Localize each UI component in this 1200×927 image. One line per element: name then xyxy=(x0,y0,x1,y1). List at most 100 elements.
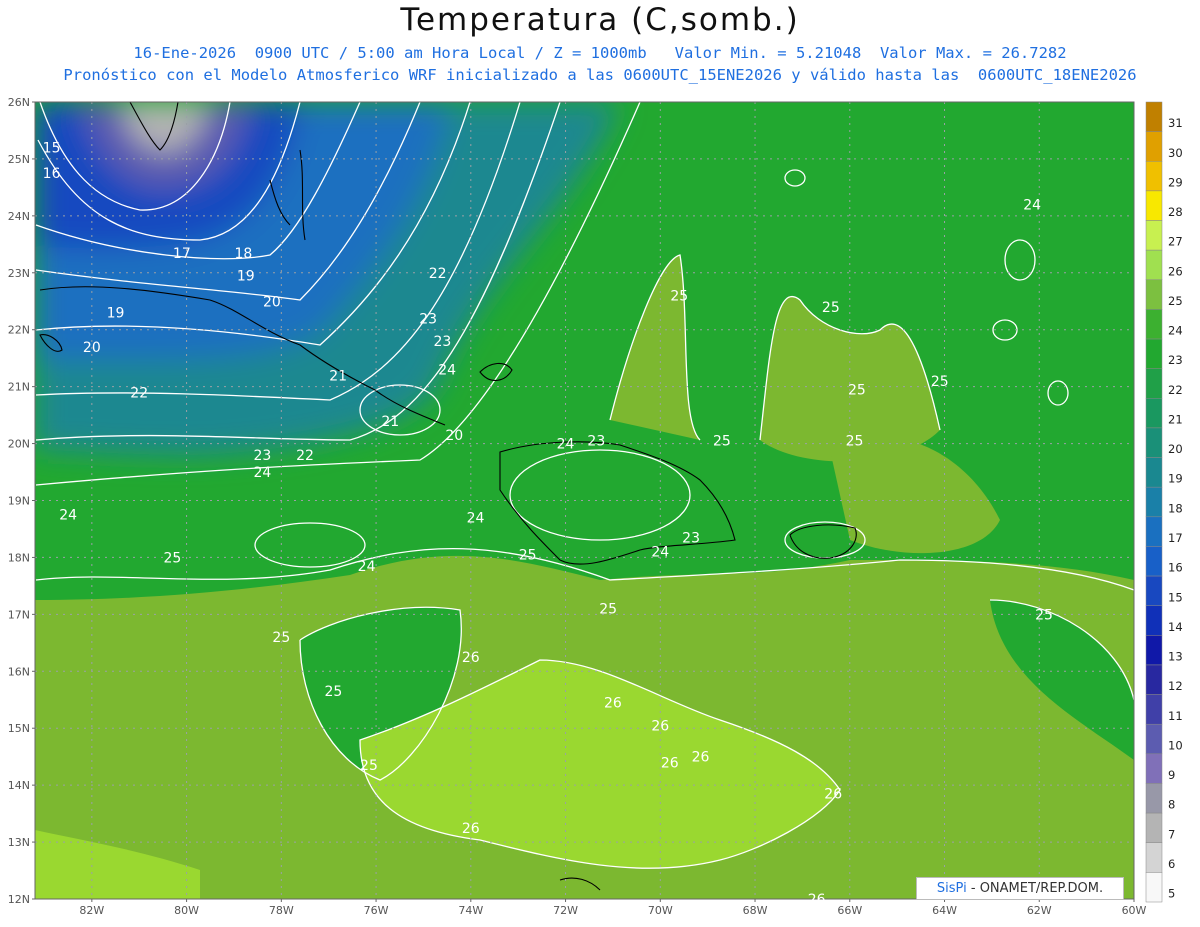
contour-label: 23 xyxy=(433,334,451,350)
contour-label: 24 xyxy=(1023,197,1041,213)
contour-label: 25 xyxy=(848,382,866,398)
lon-tick-label: 78W xyxy=(269,904,294,917)
contour-label: 21 xyxy=(329,368,347,384)
lat-tick-label: 19N xyxy=(8,495,30,508)
lat-tick-label: 13N xyxy=(8,836,30,849)
contour-label: 20 xyxy=(83,340,101,356)
contour-label: 23 xyxy=(419,311,437,327)
contour-label: 24 xyxy=(651,545,669,561)
colorbar-swatch xyxy=(1145,516,1163,547)
colorbar-label: 12 xyxy=(1168,679,1183,693)
contour-label: 24 xyxy=(358,559,376,575)
colorbar-label: 31 xyxy=(1168,116,1183,130)
colorbar-label: 16 xyxy=(1168,561,1183,575)
colorbar-swatch xyxy=(1145,131,1163,162)
colorbar-swatch xyxy=(1145,427,1163,458)
colorbar-label: 29 xyxy=(1168,175,1183,189)
contour-label: 19 xyxy=(107,306,125,322)
lat-tick-label: 16N xyxy=(8,665,30,678)
contour-label: 25 xyxy=(519,548,537,564)
lat-tick-label: 14N xyxy=(8,779,30,792)
contour-label: 25 xyxy=(163,550,181,566)
colorbar-label: 7 xyxy=(1168,827,1175,841)
contour-label: 16 xyxy=(43,166,61,182)
lat-tick-label: 26N xyxy=(8,96,30,109)
colorbar-label: 18 xyxy=(1168,501,1183,515)
colorbar-label: 14 xyxy=(1168,620,1183,634)
credit-text: - ONAMET/REP.DOM. xyxy=(966,881,1104,896)
contour-label: 25 xyxy=(846,434,864,450)
colorbar-label: 5 xyxy=(1168,887,1175,901)
colorbar-swatch xyxy=(1145,486,1163,518)
contour-label: 15 xyxy=(43,141,61,157)
colorbar-swatch xyxy=(1145,161,1163,192)
contour-label: 23 xyxy=(253,448,271,464)
colorbar-label: 28 xyxy=(1168,205,1183,219)
colorbar-swatch xyxy=(1145,368,1163,399)
lon-tick-label: 76W xyxy=(364,904,389,917)
colorbar-swatch xyxy=(1145,872,1163,903)
colorbar-swatch xyxy=(1145,309,1163,340)
colorbar-label: 9 xyxy=(1168,768,1175,782)
contour-label: 22 xyxy=(429,266,447,282)
colorbar-label: 22 xyxy=(1168,383,1183,397)
colorbar-label: 6 xyxy=(1168,857,1175,871)
contour-label: 25 xyxy=(1035,607,1053,623)
colorbar-label: 25 xyxy=(1168,294,1183,308)
contour-label: 23 xyxy=(682,531,700,547)
colorbar-label: 20 xyxy=(1168,442,1183,456)
lat-tick-label: 17N xyxy=(8,608,30,621)
colorbar-swatch xyxy=(1145,338,1163,369)
contour-label: 23 xyxy=(587,434,605,450)
contour-label: 24 xyxy=(253,465,271,481)
contour-label: 25 xyxy=(713,434,731,450)
lon-tick-label: 64W xyxy=(932,904,957,917)
temperature-map: 151617 18191920202121222222232323242424 24… xyxy=(8,96,1183,917)
lon-tick-label: 62W xyxy=(1027,904,1052,917)
contour-label: 25 xyxy=(360,758,378,774)
sispi-logo: SisPi xyxy=(936,881,967,896)
contour-label: 21 xyxy=(381,414,399,430)
lat-tick-label: 15N xyxy=(8,722,30,735)
colorbar-swatch xyxy=(1145,546,1163,577)
contour-label: 26 xyxy=(692,750,710,766)
contour-label: 19 xyxy=(237,269,255,285)
longitude-axis: 82W 80W 78W 76W 74W 72W 70W 68W 66W 64W 62W 60W xyxy=(79,899,1147,917)
lat-tick-label: 24N xyxy=(8,210,30,223)
lat-tick-label: 23N xyxy=(8,267,30,280)
lat-tick-label: 25N xyxy=(8,153,30,166)
lon-tick-label: 72W xyxy=(553,904,578,917)
colorbar-label: 23 xyxy=(1168,353,1183,367)
contour-label: 22 xyxy=(296,448,314,464)
credit-badge: SisPi - ONAMET/REP.DOM. xyxy=(916,877,1124,900)
lat-tick-label: 18N xyxy=(8,551,30,564)
lon-tick-label: 60W xyxy=(1122,904,1147,917)
lon-tick-label: 74W xyxy=(458,904,483,917)
colorbar-swatch xyxy=(1145,753,1163,784)
contour-label: 26 xyxy=(462,821,480,837)
temperature-field xyxy=(35,102,1134,899)
colorbar-swatch xyxy=(1145,457,1163,488)
colorbar-label: 10 xyxy=(1168,738,1183,752)
lon-tick-label: 80W xyxy=(174,904,199,917)
colorbar-label: 21 xyxy=(1168,412,1183,426)
lat-tick-label: 22N xyxy=(8,324,30,337)
contour-label: 26 xyxy=(808,892,826,908)
lat-tick-label: 20N xyxy=(8,438,30,451)
contour-label: 26 xyxy=(651,718,669,734)
contour-label: 17 xyxy=(173,246,191,262)
contour-label: 22 xyxy=(130,385,148,401)
lon-tick-label: 68W xyxy=(743,904,768,917)
contour-label: 25 xyxy=(272,630,290,646)
colorbar-swatch xyxy=(1145,812,1163,843)
colorbar-swatch xyxy=(1145,249,1163,281)
lon-tick-label: 82W xyxy=(79,904,104,917)
contour-label: 25 xyxy=(325,684,343,700)
colorbar-swatch xyxy=(1145,635,1163,666)
contour-label: 24 xyxy=(438,363,456,379)
colorbar-swatch xyxy=(1145,842,1163,873)
colorbar-label: 11 xyxy=(1168,709,1183,723)
contour-label: 26 xyxy=(661,755,679,771)
contour-label: 25 xyxy=(599,602,617,618)
colorbar-swatch xyxy=(1145,220,1163,251)
